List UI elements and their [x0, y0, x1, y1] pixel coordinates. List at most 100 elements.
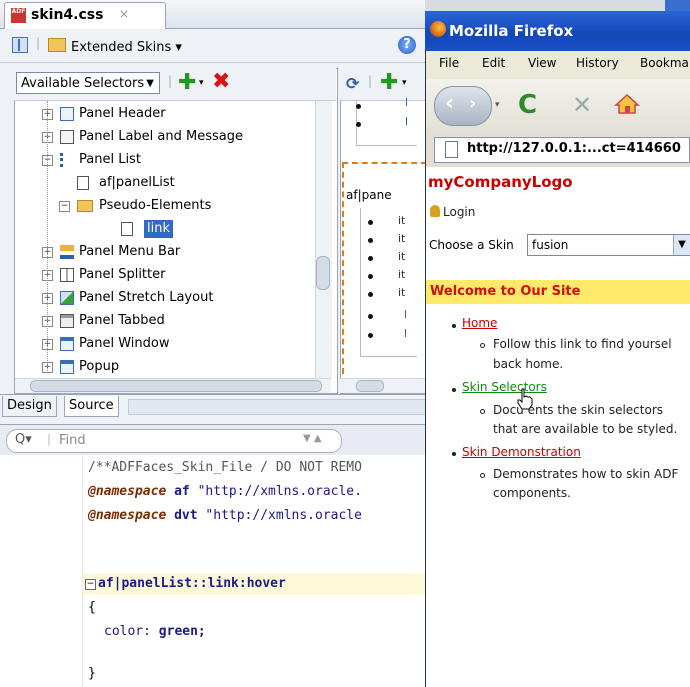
menu-history[interactable]: History [576, 56, 619, 70]
tree-scroll-thumb[interactable] [316, 256, 330, 290]
collapse-icon[interactable]: − [59, 201, 70, 212]
list-bullet [452, 324, 456, 328]
tree-item-label: Panel Menu Bar [79, 244, 181, 259]
history-dropdown-icon[interactable]: ▾ [495, 100, 500, 110]
skin-selectors-link[interactable]: Skin Selectors [462, 380, 547, 394]
skin-select-value: fusion [532, 238, 569, 252]
add-menu-arrow-icon[interactable]: ▾ [402, 78, 407, 88]
menu-edit[interactable]: Edit [482, 56, 505, 70]
close-tab-icon[interactable]: × [119, 7, 129, 21]
folder-open-icon [77, 200, 93, 212]
code-line-close-brace: } [88, 666, 96, 681]
help-icon[interactable]: ? [398, 36, 416, 54]
add-menu-arrow-icon[interactable]: ▾ [199, 78, 204, 88]
preview-item-text: l [404, 327, 408, 340]
list-bullet [356, 104, 361, 109]
selector-tree: + Panel Header + Panel Label and Message… [15, 101, 317, 379]
preview-item-text: it [398, 268, 406, 281]
popup-icon [60, 360, 74, 374]
file-tab-title: skin4.css [31, 7, 104, 23]
tree-item-label: Panel Stretch Layout [79, 290, 214, 305]
sub-bullet [480, 473, 485, 478]
back-forward-button[interactable]: ‹ › [434, 86, 492, 126]
delete-selector-icon[interactable]: ✖ [212, 71, 230, 93]
preview-hscroll-thumb[interactable] [356, 380, 384, 392]
tree-item-label-selected: link [144, 220, 173, 238]
file-tab[interactable]: ADF skin4.css × [4, 2, 166, 29]
menu-file[interactable]: File [439, 56, 459, 70]
firefox-title-bar[interactable]: Mozilla Firefox [425, 11, 690, 51]
home-description-cont: back home. [493, 357, 564, 371]
code-namespace-prefix: dvt [174, 508, 198, 523]
editor-mode-tabs: Design Source [0, 394, 427, 417]
code-keyword: @namespace [88, 484, 167, 499]
selector-type-value: Available Selectors [21, 76, 145, 91]
forward-icon[interactable]: › [469, 93, 476, 114]
background-window-strip [665, 0, 690, 11]
back-icon[interactable]: ‹ [445, 91, 454, 116]
skin-selectors-description-cont: that are available to be styled. [493, 422, 678, 436]
find-next-icon[interactable]: ▼ ▲ [303, 433, 322, 444]
tree-item-label: Popup [79, 359, 120, 374]
add-selector-icon[interactable]: ✚ [178, 72, 196, 94]
search-icon[interactable]: Q▾ [15, 432, 32, 447]
code-string: "http://xmlns.oracle [205, 508, 362, 523]
preview-item-text: l [405, 115, 409, 128]
document-tab-bar: ADF skin4.css × [0, 0, 425, 29]
home-icon[interactable] [614, 93, 640, 115]
skin-demonstration-description-cont: components. [493, 486, 571, 500]
code-string: "http://xmlns.oracle. [197, 484, 362, 499]
add-icon[interactable]: ✚ [380, 72, 398, 94]
preview-item-text: it [398, 214, 406, 227]
find-input[interactable]: Q▾ | Find ▼ ▲ [6, 429, 342, 453]
code-line-namespace-af: @namespace af "http://xmlns.oracle. [88, 482, 362, 502]
tree-item-label: af|panelList [99, 175, 175, 190]
firefox-menu-bar: File Edit View History Bookma [426, 51, 690, 79]
url-text: http://127.0.0.1:...ct=414660 [467, 141, 681, 156]
toolbar-separator: | [36, 36, 41, 50]
login-link[interactable]: Login [430, 205, 475, 219]
preview-toolbar: ⟳ | ✚ ▾ [340, 68, 425, 101]
hand-cursor-icon [517, 388, 533, 410]
dropdown-arrow-icon: ▼ [146, 78, 154, 89]
editor-gutter-line [82, 455, 83, 687]
url-field[interactable]: http://127.0.0.1:...ct=414660 [434, 137, 690, 163]
refresh-preview-icon[interactable]: ⟳ [346, 74, 359, 93]
preview-component-label: af|pane [346, 188, 392, 202]
panel-list-icon [60, 153, 74, 167]
skin-demonstration-link[interactable]: Skin Demonstration [462, 445, 581, 459]
list-bullet [368, 256, 373, 261]
fold-collapse-icon[interactable]: − [85, 579, 96, 590]
chevron-down-icon[interactable]: ▼ [673, 235, 690, 255]
company-logo: myCompanyLogo [428, 173, 573, 191]
find-separator: | [47, 432, 52, 446]
tree-item-label: Panel Splitter [79, 267, 166, 282]
editor-hscroll[interactable] [128, 399, 427, 415]
preview-item-text: l [405, 96, 409, 109]
extended-skins-button[interactable]: Extended Skins ▾ [48, 38, 182, 55]
list-bullet [452, 388, 456, 392]
tree-hscroll-thumb[interactable] [30, 380, 322, 392]
menu-bookmarks[interactable]: Bookma [640, 56, 689, 70]
stop-icon[interactable]: ✕ [572, 91, 592, 119]
selector-type-dropdown[interactable]: Available Selectors ▼ [16, 72, 160, 94]
tab-design[interactable]: Design [2, 396, 57, 417]
reload-icon[interactable]: C [518, 90, 537, 120]
code-line-selector: af|panelList::link:hover [98, 576, 286, 591]
home-link[interactable]: Home [462, 316, 497, 330]
preview-item-text: l [404, 308, 408, 321]
tree-vertical-scrollbar[interactable] [315, 101, 332, 379]
tab-source[interactable]: Source [64, 396, 119, 417]
tree-item-label: Panel List [79, 152, 141, 167]
toggle-pane-icon[interactable] [12, 37, 28, 53]
skin-select[interactable]: fusion ▼ [527, 234, 690, 256]
extended-skins-label: Extended Skins ▾ [71, 40, 182, 55]
preview-item-text: it [398, 232, 406, 245]
list-bullet [368, 333, 373, 338]
toolbar-separator: | [168, 74, 173, 88]
css-file-icon: ADF [11, 8, 26, 23]
tree-item-label: Panel Window [79, 336, 170, 351]
code-property: color: [104, 624, 151, 639]
menu-view[interactable]: View [528, 56, 556, 70]
skin-demonstration-description: Demonstrates how to skin ADF [493, 467, 679, 481]
